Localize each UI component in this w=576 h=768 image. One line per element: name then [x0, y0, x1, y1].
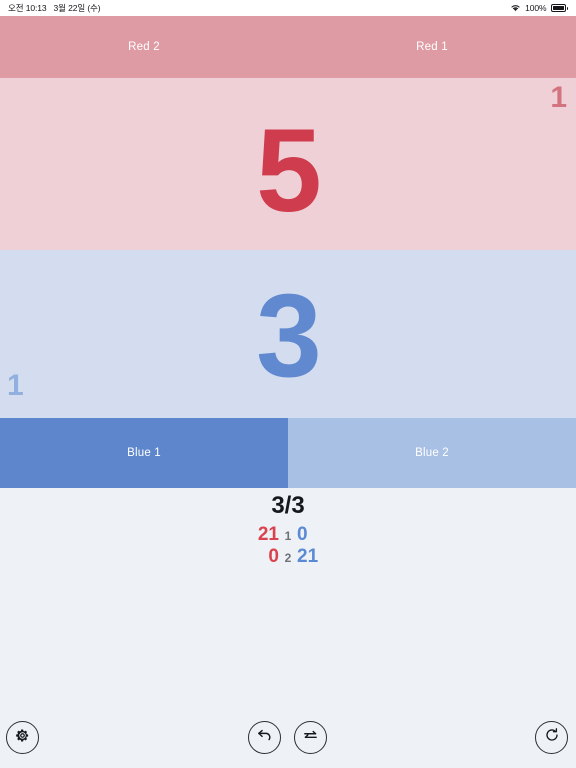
red-sets-won: 1 [550, 81, 567, 114]
status-bar-left: 오전 10:13 3월 22일 (수) [8, 2, 101, 14]
blue-team-bar: Blue 1 Blue 2 [0, 418, 576, 488]
battery-full-icon [550, 4, 568, 12]
set2-index: 2 [284, 550, 292, 565]
set-scores-table: 21 1 0 0 2 21 [249, 524, 327, 568]
set1-red-score: 21 [257, 524, 279, 545]
scoreboard-app: 오전 10:13 3월 22일 (수) 100% Red 2 Red 1 5 1… [0, 0, 576, 768]
status-bar-time: 오전 10:13 [8, 3, 47, 13]
table-row: 0 2 21 [249, 546, 327, 568]
reset-button[interactable] [535, 721, 568, 754]
blue-team-left-button[interactable]: Blue 1 [0, 418, 288, 488]
status-bar-right: 100% [510, 3, 568, 14]
blue-team-right-label: Blue 2 [415, 447, 449, 459]
set1-blue-score: 0 [297, 524, 308, 545]
status-bar-date: 3월 22일 (수) [53, 3, 101, 13]
blue-team-right-button[interactable]: Blue 2 [288, 418, 576, 488]
red-team-bar: Red 2 Red 1 [0, 16, 576, 78]
status-bar: 오전 10:13 3월 22일 (수) 100% [0, 0, 576, 16]
reset-circular-arrow-icon [544, 727, 560, 748]
red-team-left-button[interactable]: Red 2 [0, 16, 288, 78]
undo-arrow-icon [256, 727, 273, 749]
sets-count-label: 3/3 [271, 492, 305, 519]
blue-score-value: 3 [256, 270, 322, 402]
settings-button[interactable] [6, 721, 39, 754]
red-team-right-button[interactable]: Red 1 [288, 16, 576, 78]
set2-red-score: 0 [268, 545, 279, 567]
undo-button[interactable] [248, 721, 281, 754]
red-team-right-label: Red 1 [416, 41, 448, 53]
wifi-icon [510, 3, 521, 14]
swap-arrows-icon [302, 727, 319, 749]
match-summary: 3/3 21 1 0 0 2 21 [0, 488, 576, 568]
red-team-left-label: Red 2 [128, 41, 160, 53]
red-score-value: 5 [256, 105, 322, 237]
blue-team-left-label: Blue 1 [127, 447, 161, 459]
table-row: 21 1 0 [249, 524, 327, 546]
swap-sides-button[interactable] [294, 721, 327, 754]
blue-sets-won: 1 [7, 369, 24, 402]
bottom-toolbar [0, 706, 576, 768]
set1-index: 1 [284, 529, 292, 543]
set2-blue-score: 21 [297, 545, 319, 567]
battery-percent-label: 100% [525, 3, 547, 13]
gear-icon [15, 728, 30, 748]
